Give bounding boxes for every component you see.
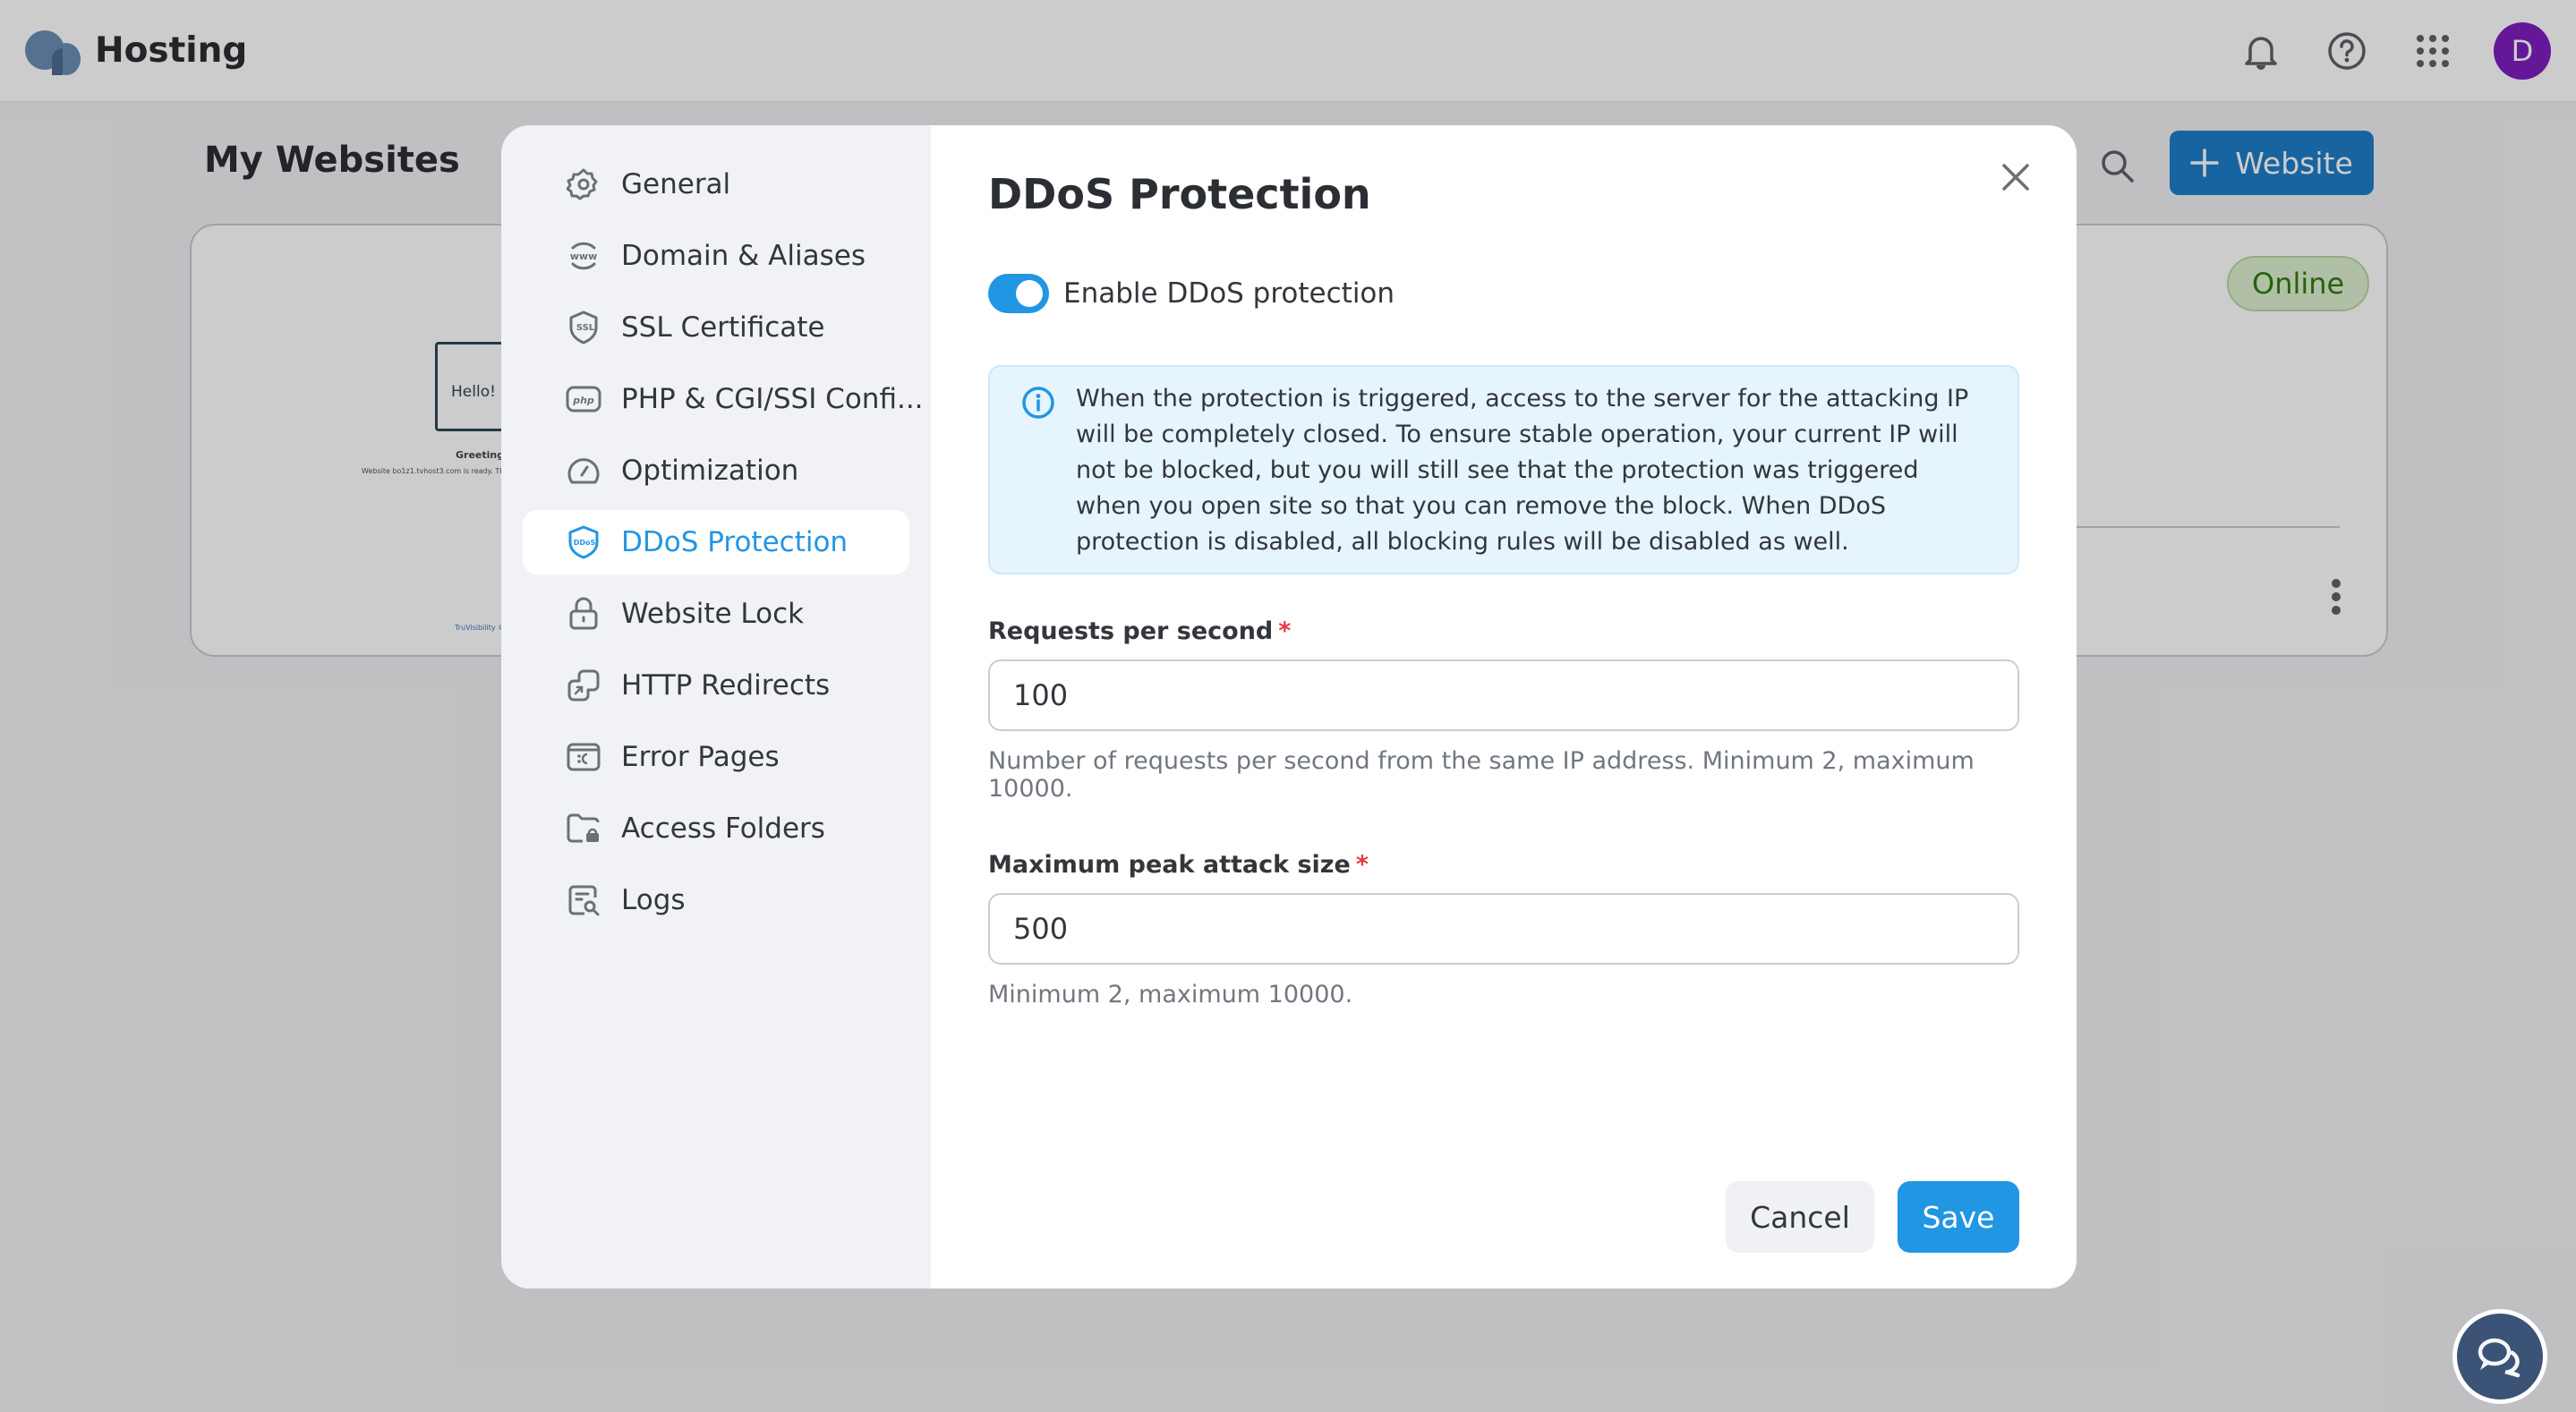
folder-lock-icon xyxy=(566,811,601,846)
required-mark: * xyxy=(1278,617,1292,645)
info-alert: When the protection is triggered, access… xyxy=(988,365,2019,574)
error-page-icon xyxy=(566,739,601,775)
nav-label: General xyxy=(621,168,731,200)
nav-item-http-redirects[interactable]: HTTP Redirects xyxy=(523,653,909,718)
modal-title: DDoS Protection xyxy=(988,170,1371,218)
label-text: Requests per second xyxy=(988,617,1274,645)
required-mark: * xyxy=(1355,851,1369,879)
nav-label: DDoS Protection xyxy=(621,526,849,558)
nav-item-optimization[interactable]: Optimization xyxy=(523,438,909,503)
nav-item-ddos-protection[interactable]: DDoS DDoS Protection xyxy=(523,510,909,574)
toggle-knob xyxy=(1016,280,1043,307)
toggle-label: Enable DDoS protection xyxy=(1063,277,1395,310)
settings-modal: General www Domain & Aliases SSL SSL Cer… xyxy=(501,125,2077,1289)
nav-label: Website Lock xyxy=(621,598,805,630)
svg-text:SSL: SSL xyxy=(576,323,595,333)
nav-item-logs[interactable]: Logs xyxy=(523,868,909,932)
php-icon: php xyxy=(566,381,601,417)
requests-per-second-label: Requests per second * xyxy=(988,617,2019,645)
close-button[interactable] xyxy=(1991,152,2041,202)
ssl-shield-icon: SSL xyxy=(566,310,601,345)
nav-label: Domain & Aliases xyxy=(621,240,866,272)
max-peak-attack-help: Minimum 2, maximum 10000. xyxy=(988,981,1353,1008)
nav-item-domain-aliases[interactable]: www Domain & Aliases xyxy=(523,224,909,288)
speedometer-icon xyxy=(566,453,601,489)
nav-item-ssl-certificate[interactable]: SSL SSL Certificate xyxy=(523,295,909,360)
www-icon: www xyxy=(566,238,601,274)
logs-search-icon xyxy=(566,882,601,918)
nav-label: Logs xyxy=(621,884,686,916)
close-icon xyxy=(2002,164,2029,191)
nav-item-access-folders[interactable]: Access Folders xyxy=(523,796,909,861)
settings-nav: General www Domain & Aliases SSL SSL Cer… xyxy=(501,125,931,1289)
nav-item-website-lock[interactable]: Website Lock xyxy=(523,582,909,646)
nav-item-general[interactable]: General xyxy=(523,152,909,217)
max-peak-attack-input[interactable] xyxy=(988,893,2019,965)
ddos-toggle-row: Enable DDoS protection xyxy=(988,274,2019,313)
requests-per-second-help: Number of requests per second from the s… xyxy=(988,747,1975,803)
info-text: When the protection is triggered, access… xyxy=(1076,385,1969,556)
gear-icon xyxy=(566,166,601,202)
modal-footer: Cancel Save xyxy=(1726,1181,2019,1253)
enable-ddos-toggle[interactable] xyxy=(988,274,1049,313)
nav-label: PHP & CGI/SSI Confi... xyxy=(621,383,924,415)
svg-text:php: php xyxy=(572,395,594,406)
svg-text:www: www xyxy=(570,251,598,262)
max-peak-attack-label: Maximum peak attack size * xyxy=(988,851,2019,879)
cancel-button[interactable]: Cancel xyxy=(1726,1181,1874,1253)
redirect-icon xyxy=(566,668,601,703)
nav-item-error-pages[interactable]: Error Pages xyxy=(523,725,909,789)
nav-label: Access Folders xyxy=(621,812,825,845)
modal-content: DDoS Protection Enable DDoS protection W… xyxy=(931,125,2077,1289)
nav-label: Optimization xyxy=(621,455,799,487)
chat-support-button[interactable] xyxy=(2452,1309,2547,1404)
save-button[interactable]: Save xyxy=(1898,1181,2019,1253)
nav-label: HTTP Redirects xyxy=(621,669,831,702)
svg-text:DDoS: DDoS xyxy=(574,539,596,547)
chat-bubbles-icon xyxy=(2478,1338,2521,1378)
nav-label: SSL Certificate xyxy=(621,311,825,344)
nav-item-php-config[interactable]: php PHP & CGI/SSI Confi... xyxy=(523,367,924,431)
requests-per-second-input[interactable] xyxy=(988,659,2019,731)
ddos-shield-icon: DDoS xyxy=(566,524,601,560)
nav-label: Error Pages xyxy=(621,741,780,773)
info-icon xyxy=(1022,387,1054,419)
label-text: Maximum peak attack size xyxy=(988,851,1351,879)
lock-icon xyxy=(566,596,601,632)
